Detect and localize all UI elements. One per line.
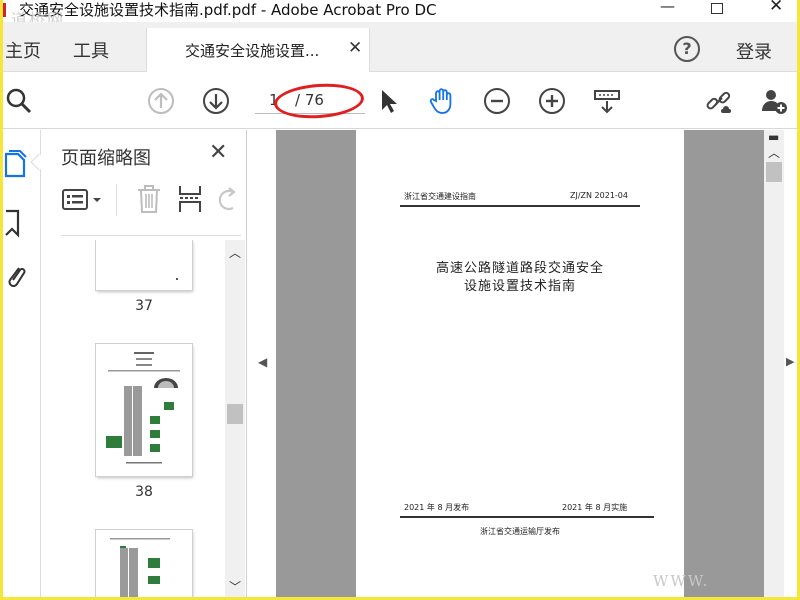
navigation-rail (3, 130, 41, 597)
bookmarks-icon[interactable] (3, 208, 31, 238)
page-thumbnails-panel: 页面缩略图 ✕ 37 38 ︿ ﹀ (30, 130, 247, 597)
right-panel-strip[interactable]: ▶ (784, 130, 797, 597)
thumbnail-scrollbar[interactable]: ︿ ﹀ (225, 240, 245, 597)
tab-tools[interactable]: 工具 (73, 37, 109, 63)
thumbnail-list: 37 38 (41, 240, 225, 597)
document-title-line1: 高速公路隧道路段交通安全 (435, 261, 604, 276)
thumbnail-page-number: 37 (135, 298, 153, 314)
publish-date: 2021 年 8 月发布 (404, 503, 470, 512)
header-rule (400, 205, 640, 207)
zoom-out-icon[interactable] (483, 87, 511, 115)
collapse-panel-strip[interactable]: ◀ (248, 130, 276, 597)
minimize-button[interactable]: — (660, 0, 675, 15)
thumbnail-page-39-content (110, 538, 170, 597)
page-thumbnails-icon[interactable] (3, 150, 31, 180)
pdf-page: 浙江省交通建设指南 ZJ/ZN 2021-04 高速公路隧道路段交通安全 设施设… (356, 130, 684, 597)
thumbnail-page-39[interactable] (96, 530, 192, 597)
site-watermark-footer: WWW. (653, 572, 710, 590)
delete-page-icon[interactable] (135, 184, 163, 214)
attachments-icon[interactable] (3, 262, 31, 292)
next-page-icon[interactable] (202, 87, 230, 115)
expand-right-icon[interactable]: ▶ (786, 355, 794, 368)
scrollbar-thumb[interactable] (227, 404, 243, 424)
thumbnail-page-37[interactable] (96, 240, 192, 290)
effective-date: 2021 年 8 月实施 (562, 503, 628, 512)
panel-title: 页面缩略图 (61, 148, 151, 169)
zoom-search-icon[interactable] (5, 87, 33, 115)
share-link-icon[interactable] (705, 87, 733, 115)
tab-home[interactable]: 主页 (5, 37, 41, 63)
help-icon[interactable]: ? (674, 36, 700, 62)
zoom-in-icon[interactable] (538, 87, 566, 115)
document-scrollbar[interactable]: ▬ ︿ (764, 130, 784, 597)
title-bar: 交通安全设施设置技术指南.pdf.pdf - Adobe Acrobat Pro… (3, 0, 797, 29)
document-view: ◀ 浙江省交通建设指南 ZJ/ZN 2021-04 高速公路隧道路段交通安全 设… (248, 130, 797, 597)
page-margin-right (684, 130, 764, 597)
previous-page-icon[interactable] (147, 87, 175, 115)
scroll-up-icon[interactable]: ︿ (768, 144, 780, 161)
panel-close-icon[interactable]: ✕ (209, 140, 227, 165)
page-header-left: 浙江省交通建设指南 (404, 192, 476, 201)
issuing-authority: 浙江省交通运输厅发布 (480, 527, 560, 536)
thumbnail-tools (61, 180, 241, 236)
select-cursor-icon[interactable] (374, 87, 402, 115)
scroll-top-icon[interactable]: ▬ (768, 130, 779, 144)
acrobat-window: 交通安全设施设置技术指南.pdf.pdf - Adobe Acrobat Pro… (3, 0, 797, 597)
thumbnail-page-number: 38 (135, 484, 153, 500)
close-window-button[interactable]: ✕ (769, 0, 783, 16)
thumbnail-page-38[interactable] (96, 344, 192, 476)
scrollbar-thumb[interactable] (766, 162, 782, 182)
scroll-up-icon[interactable]: ︿ (229, 244, 241, 261)
rotate-page-icon[interactable] (217, 186, 239, 212)
tab-bar: 主页 工具 交通安全设施设置... ✕ ? 登录 (3, 22, 797, 72)
tab-close-icon[interactable]: ✕ (348, 38, 362, 58)
page-header-right: ZJ/ZN 2021-04 (570, 191, 628, 200)
footer-rule (400, 516, 654, 518)
maximize-button[interactable] (711, 3, 723, 14)
window-title: 交通安全设施设置技术指南.pdf.pdf - Adobe Acrobat Pro… (19, 1, 437, 19)
tab-document-label: 交通安全设施设置... (185, 42, 320, 60)
page-margin-left (276, 130, 356, 597)
collapse-left-icon[interactable]: ◀ (258, 355, 267, 369)
add-user-icon[interactable] (760, 87, 788, 115)
thumbnail-options-icon[interactable] (61, 186, 105, 214)
hand-tool-icon[interactable] (428, 87, 456, 115)
tool-divider (116, 184, 117, 216)
main-toolbar: 1 / 76 (3, 73, 797, 129)
page-fit-icon[interactable] (593, 87, 621, 115)
document-title-line2: 设施设置技术指南 (463, 279, 576, 294)
extract-page-icon[interactable] (177, 184, 203, 214)
thumbnail-mark (176, 278, 178, 280)
login-button[interactable]: 登录 (736, 38, 772, 64)
thumbnail-page-38-content (106, 352, 180, 464)
tab-document[interactable]: 交通安全设施设置... ✕ (146, 28, 370, 72)
scroll-down-icon[interactable]: ﹀ (229, 578, 241, 595)
